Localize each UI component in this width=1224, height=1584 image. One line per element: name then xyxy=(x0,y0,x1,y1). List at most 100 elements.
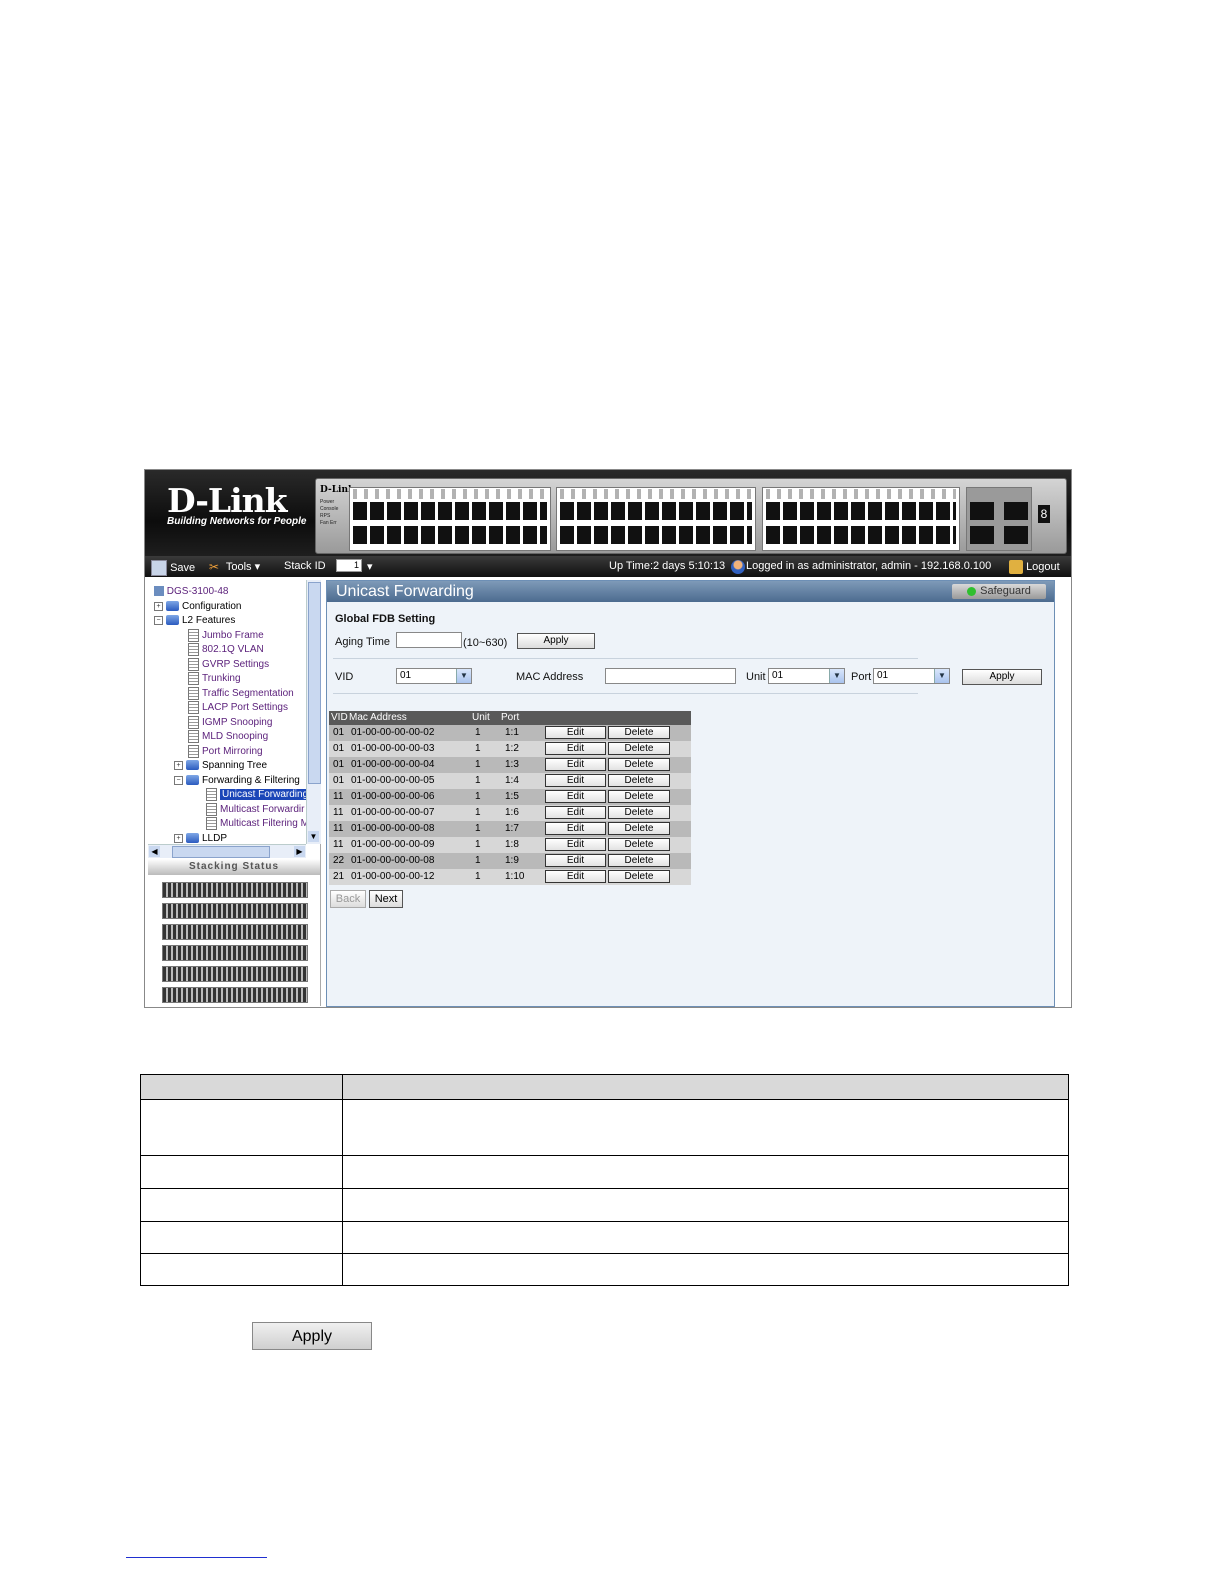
edit-button[interactable]: Edit xyxy=(545,854,606,867)
switch-front-panel[interactable]: D-Link Power Console RPS Fan Err 8 xyxy=(315,478,1067,554)
tree-item-traffic-segmentation[interactable]: Traffic Segmentation xyxy=(188,687,294,700)
edit-button[interactable]: Edit xyxy=(545,870,606,883)
tree-item-unicast-forwarding[interactable]: Unicast Forwarding xyxy=(206,788,306,801)
tree-item-lacp-port-settings[interactable]: LACP Port Settings xyxy=(188,701,288,714)
tree-item-gvrp-settings[interactable]: GVRP Settings xyxy=(188,658,269,671)
delete-button[interactable]: Delete xyxy=(608,774,670,787)
tools-menu[interactable]: ✂ Tools ▾ xyxy=(209,560,260,574)
tree-forwarding-filtering[interactable]: − Forwarding & Filtering xyxy=(174,774,300,787)
edit-button[interactable]: Edit xyxy=(545,758,606,771)
tree-item-multicast-forwarding[interactable]: Multicast Forwardir xyxy=(206,803,304,816)
tree-vertical-scrollbar[interactable]: ▼ xyxy=(306,580,321,844)
scroll-thumb[interactable] xyxy=(308,582,321,784)
stack-unit-6[interactable] xyxy=(162,987,308,1003)
cell-vid: 01 xyxy=(333,759,345,770)
vid-select[interactable]: 01 ▼ xyxy=(396,668,472,684)
combo-ports[interactable] xyxy=(966,487,1032,551)
port-select[interactable]: 01 ▼ xyxy=(873,668,950,684)
tree-horizontal-scrollbar[interactable]: ◀ ▶ xyxy=(148,844,306,858)
logout-button[interactable]: Logout xyxy=(1009,560,1060,574)
global-fdb-heading: Global FDB Setting xyxy=(335,613,436,625)
caret-down-icon[interactable]: ▾ xyxy=(367,560,373,573)
edit-button[interactable]: Edit xyxy=(545,790,606,803)
back-button[interactable]: Back xyxy=(330,890,366,908)
stack-unit-4[interactable] xyxy=(162,945,308,961)
fdb-apply-button[interactable]: Apply xyxy=(962,669,1042,685)
tree-item-mld-snooping[interactable]: MLD Snooping xyxy=(188,730,268,743)
scroll-thumb[interactable] xyxy=(172,846,270,858)
stack-unit-1[interactable] xyxy=(162,882,308,898)
save-button[interactable]: Save xyxy=(151,560,195,576)
aging-apply-button[interactable]: Apply xyxy=(517,633,595,649)
port-group-3[interactable] xyxy=(762,487,960,551)
expand-plus-icon[interactable]: + xyxy=(154,601,163,611)
tree-spanning-tree[interactable]: + Spanning Tree xyxy=(174,759,267,772)
edit-button[interactable]: Edit xyxy=(545,806,606,819)
chevron-down-icon[interactable]: ▼ xyxy=(934,669,949,683)
mac-address-input[interactable] xyxy=(605,668,736,684)
cell-vid: 01 xyxy=(333,727,345,738)
cell-port: 1:2 xyxy=(505,743,519,754)
led-rps: RPS xyxy=(320,513,331,519)
save-label: Save xyxy=(170,561,196,574)
port-group-1[interactable] xyxy=(349,487,551,551)
mac-address-label: MAC Address xyxy=(516,671,584,683)
port-label: Port xyxy=(851,671,872,683)
edit-button[interactable]: Edit xyxy=(545,822,606,835)
tree-configuration[interactable]: + Configuration xyxy=(154,600,241,613)
tree-item-8021q-vlan[interactable]: 802.1Q VLAN xyxy=(188,643,264,656)
stack-unit-3[interactable] xyxy=(162,924,308,940)
scroll-down-icon[interactable]: ▼ xyxy=(308,831,319,842)
next-button[interactable]: Next xyxy=(369,890,403,908)
cell-unit: 1 xyxy=(475,743,481,754)
tree-root[interactable]: DGS-3100-48 xyxy=(154,585,228,598)
cell-vid: 22 xyxy=(333,855,345,866)
tree-item-igmp-snooping[interactable]: IGMP Snooping xyxy=(188,716,272,729)
delete-button[interactable]: Delete xyxy=(608,854,670,867)
stack-unit-5[interactable] xyxy=(162,966,308,982)
chevron-down-icon[interactable]: ▼ xyxy=(829,669,844,683)
page-icon xyxy=(188,701,199,714)
cell-vid: 01 xyxy=(333,743,345,754)
tools-icon: ✂ xyxy=(209,560,220,575)
edit-button[interactable]: Edit xyxy=(545,774,606,787)
chevron-down-icon[interactable]: ▼ xyxy=(456,669,471,683)
collapse-minus-icon[interactable]: − xyxy=(174,775,183,785)
tree-item-jumbo-frame[interactable]: Jumbo Frame xyxy=(188,629,264,642)
cell-unit: 1 xyxy=(475,791,481,802)
scroll-left-icon[interactable]: ◀ xyxy=(149,846,160,857)
edit-button[interactable]: Edit xyxy=(545,838,606,851)
divider xyxy=(333,693,918,694)
edit-button[interactable]: Edit xyxy=(545,726,606,739)
expand-plus-icon[interactable]: + xyxy=(174,833,183,843)
scroll-right-icon[interactable]: ▶ xyxy=(294,846,305,857)
table-row: 11 01-00-00-00-00-07 1 1:6 Edit Delete xyxy=(329,805,691,821)
unit-select[interactable]: 01 ▼ xyxy=(768,668,845,684)
stack-id-select[interactable]: 1 xyxy=(336,559,362,572)
delete-button[interactable]: Delete xyxy=(608,822,670,835)
tree-item-port-mirroring[interactable]: Port Mirroring xyxy=(188,745,263,758)
edit-button[interactable]: Edit xyxy=(545,742,606,755)
cell-mac: 01-00-00-00-00-02 xyxy=(351,727,435,738)
vid-label: VID xyxy=(335,671,354,683)
tree-item-multicast-filtering[interactable]: Multicast Filtering M xyxy=(206,817,306,830)
tree-l2-features[interactable]: − L2 Features xyxy=(154,614,235,627)
delete-button[interactable]: Delete xyxy=(608,758,670,771)
delete-button[interactable]: Delete xyxy=(608,726,670,739)
expand-plus-icon[interactable]: + xyxy=(174,760,183,770)
aging-time-input[interactable] xyxy=(396,632,462,648)
delete-button[interactable]: Delete xyxy=(608,742,670,755)
delete-button[interactable]: Delete xyxy=(608,806,670,819)
delete-button[interactable]: Delete xyxy=(608,870,670,883)
stack-unit-2[interactable] xyxy=(162,903,308,919)
delete-button[interactable]: Delete xyxy=(608,838,670,851)
cell-port: 1:10 xyxy=(505,871,525,882)
tree-lldp[interactable]: + LLDP xyxy=(174,832,227,844)
divider xyxy=(333,658,918,659)
port-group-2[interactable] xyxy=(556,487,756,551)
tree-item-trunking[interactable]: Trunking xyxy=(188,672,241,685)
collapse-minus-icon[interactable]: − xyxy=(154,615,163,625)
safeguard-badge[interactable]: Safeguard xyxy=(952,584,1046,599)
cell-port: 1:8 xyxy=(505,839,519,850)
delete-button[interactable]: Delete xyxy=(608,790,670,803)
